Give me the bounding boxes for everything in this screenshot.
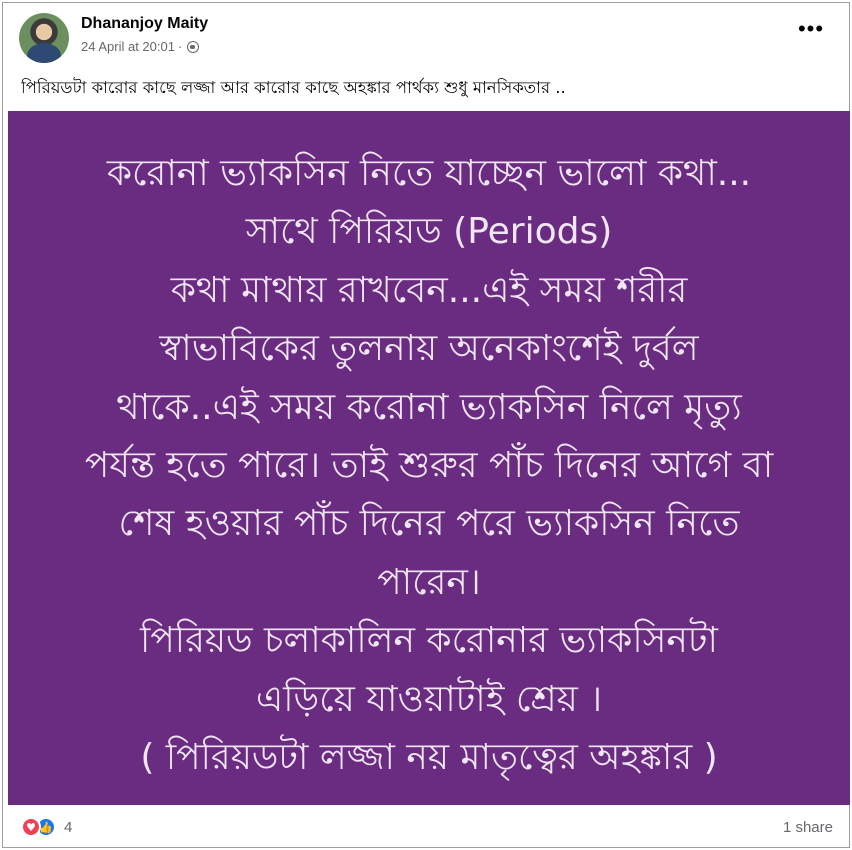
avatar[interactable] [19,13,69,63]
reaction-count: 4 [64,818,73,836]
post-image-text-line: করোনা ভ্যাকসিন নিতে যাচ্ছেন ভালো কথা... [106,153,752,194]
more-options-button[interactable]: ••• [797,18,825,43]
post-footer: ♥ 👍 4 1 share [19,813,839,847]
post-timestamp[interactable]: 24 April at 20:01 [81,39,175,54]
post-caption: পিরিয়ডটা কারোর কাছে লজ্জা আর কারোর কাছে… [21,78,566,97]
globe-icon[interactable] [187,40,200,53]
post-image-text-line: এড়িয়ে যাওয়াটাই শ্রেয় । [255,678,603,720]
post-image[interactable]: করোনা ভ্যাকসিন নিতে যাচ্ছেন ভালো কথা... স… [8,111,850,805]
post-image-text-line: কথা মাথায় রাখবেন...এই সময় শরীর [170,269,688,311]
post-header: Dhananjoy Maity 24 April at 20:01 · ••• [19,13,839,63]
post-image-text-line: শেষ হওয়ার পাঁচ দিনের পরে ভ্যাকসিন নিতে [118,503,740,545]
post-image-text-line: সাথে পিরিয়ড (Periods) [245,211,613,253]
post-image-text-line: ( পিরিয়ডটা লজ্জা নয় মাতৃত্বের অহঙ্কার … [140,737,718,779]
post-image-text-line: পারেন। [377,561,481,603]
share-count[interactable]: 1 share [783,819,833,836]
author-name[interactable]: Dhananjoy Maity [81,15,208,33]
avatar-figure [27,43,61,63]
reactions-summary[interactable]: ♥ 👍 4 [21,817,72,837]
post-image-text-line: থাকে..এই সময় করোনা ভ্যাকসিন নিলে মৃত্যু [116,386,742,428]
meta-separator: · [177,39,183,54]
facebook-post: Dhananjoy Maity 24 April at 20:01 · ••• … [2,2,850,848]
post-meta: 24 April at 20:01 · [81,39,200,54]
post-image-text-line: স্বাভাবিকের তুলনায় অনেকাংশেই দুর্বল [159,328,699,370]
love-icon: ♥ [21,817,41,837]
post-image-text-line: পিরিয়ড চলাকালিন করোনার ভ্যাকসিনটা [140,620,718,662]
post-image-text-line: পর্যন্ত হতে পারে। তাই শুরুর পাঁচ দিনের আ… [84,445,774,487]
